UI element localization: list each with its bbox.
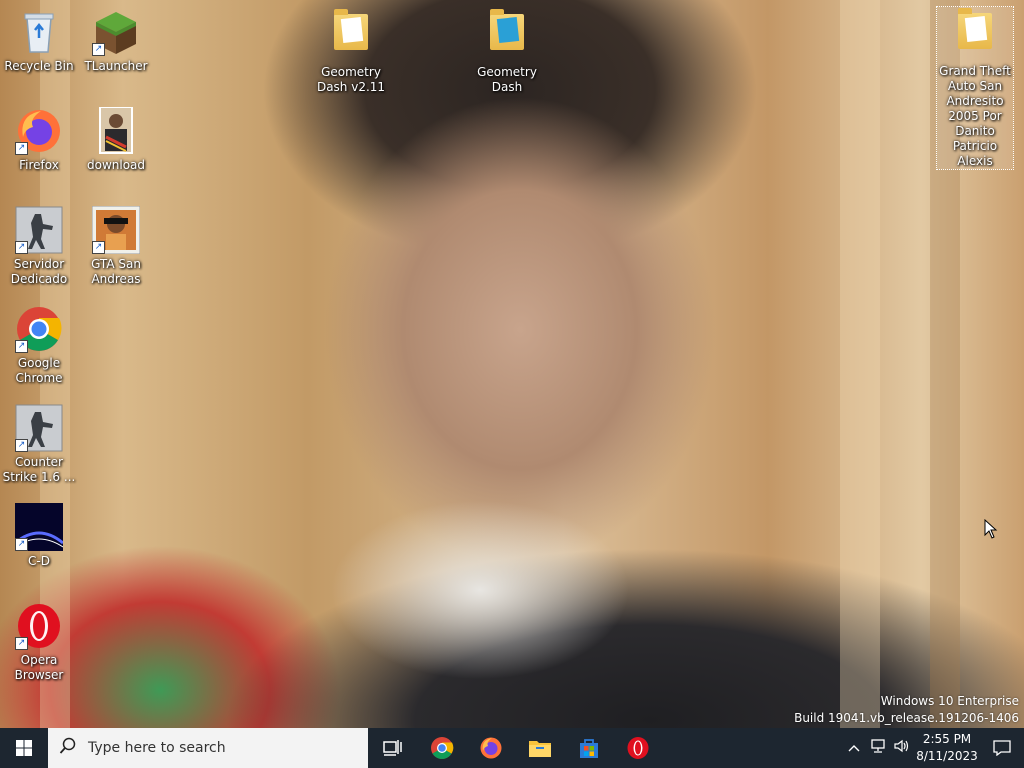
desktop-icon-google-chrome[interactable]: ↗ Google Chrome	[1, 305, 77, 386]
taskbar-firefox[interactable]	[466, 728, 515, 768]
clock-date: 8/11/2023	[916, 749, 978, 763]
windows-edition-watermark: Windows 10 Enterprise Build 19041.vb_rel…	[794, 693, 1019, 727]
show-hidden-icons-chevron-up-icon[interactable]	[842, 741, 866, 756]
desktop-icon-label: Geometry Dash v2.11	[316, 65, 386, 94]
desktop-icon-label: Counter Strike 1.6 ...	[2, 455, 76, 484]
desktop-icon-label: C-D	[28, 554, 50, 568]
firefox-icon: ↗	[15, 107, 63, 155]
desktop-icon-download[interactable]: download	[78, 106, 154, 173]
clock-time: 2:55 PM	[922, 732, 972, 746]
file-explorer-icon	[528, 741, 551, 757]
taskbar-search-box[interactable]: Type here to search	[48, 728, 368, 768]
opera-icon: ↗	[15, 602, 63, 650]
desktop-icon-gta-san-andresito-folder[interactable]: Grand Theft Auto San Andresito 2005 Por …	[936, 6, 1014, 170]
taskbar-microsoft-store[interactable]	[564, 728, 613, 768]
desktop-icon-counter-strike[interactable]: ↗ Counter Strike 1.6 ...	[1, 404, 77, 485]
taskbar-opera[interactable]	[613, 728, 662, 768]
desktop-icon-label: TLauncher	[84, 59, 148, 73]
counter-strike-icon: ↗	[15, 404, 63, 452]
start-button[interactable]	[0, 728, 48, 768]
desktop-icon-label: Grand Theft Auto San Andresito 2005 Por …	[939, 64, 1011, 168]
network-icon[interactable]	[866, 739, 890, 757]
notification-icon	[993, 740, 1011, 756]
mouse-cursor-icon	[984, 518, 998, 543]
desktop-icon-label: Recycle Bin	[4, 59, 74, 73]
desktop-icon-label: GTA San Andreas	[91, 257, 141, 286]
chrome-icon	[430, 737, 453, 759]
watermark-build: Build 19041.vb_release.191206-1406	[794, 711, 1019, 725]
counter-strike-icon: ↗	[15, 206, 63, 254]
desktop-icon-label: Servidor Dedicado	[10, 257, 68, 286]
system-tray: 2:55 PM 8/11/2023	[842, 728, 1024, 768]
microsoft-store-icon	[579, 739, 598, 758]
taskbar: Type here to search 2:55 PM 8/11/2023	[0, 728, 1024, 768]
desktop-icon-firefox[interactable]: ↗ Firefox	[1, 107, 77, 173]
taskbar-chrome[interactable]	[417, 728, 466, 768]
volume-icon[interactable]	[890, 739, 914, 757]
search-placeholder: Type here to search	[88, 740, 226, 756]
search-icon	[48, 737, 88, 760]
desktop-icon-label: Firefox	[19, 158, 59, 172]
recycle-bin-icon	[15, 8, 63, 56]
action-center-button[interactable]	[980, 740, 1024, 756]
opera-icon	[627, 737, 648, 759]
tlauncher-icon: ↗	[92, 8, 140, 56]
desktop-icon-label: Opera Browser	[14, 653, 64, 682]
desktop-icon-opera-browser[interactable]: ↗ Opera Browser	[1, 602, 77, 683]
task-view-button[interactable]	[368, 728, 417, 768]
desktop-icon-geometry-dash-v2-11[interactable]: Geometry Dash v2.11	[313, 8, 389, 95]
firefox-icon	[480, 737, 501, 759]
folder-icon	[327, 9, 375, 62]
folder-icon	[951, 8, 999, 61]
image-file-icon	[92, 106, 140, 155]
watermark-edition: Windows 10 Enterprise	[880, 694, 1019, 708]
chrome-icon: ↗	[15, 305, 63, 353]
taskbar-file-explorer[interactable]	[515, 728, 564, 768]
desktop-icon-c-d[interactable]: ↗ C-D	[1, 503, 77, 569]
desktop-icon-tlauncher[interactable]: ↗ TLauncher	[78, 8, 154, 74]
windows-logo-icon	[16, 740, 32, 756]
taskbar-clock[interactable]: 2:55 PM 8/11/2023	[914, 731, 980, 765]
desktop-icon-label: Geometry Dash	[477, 65, 537, 94]
desktop-icon-recycle-bin[interactable]: Recycle Bin	[1, 8, 77, 74]
gta-san-andreas-icon: ↗	[91, 205, 141, 255]
desktop-icon-gta-san-andreas[interactable]: ↗ GTA San Andreas	[78, 205, 154, 287]
desktop-icon-servidor-dedicado[interactable]: ↗ Servidor Dedicado	[1, 206, 77, 287]
cd-app-icon: ↗	[14, 503, 64, 551]
task-view-icon	[382, 740, 402, 756]
desktop-icon-label: download	[86, 158, 146, 172]
desktop-icon-geometry-dash[interactable]: Geometry Dash	[469, 8, 545, 95]
folder-icon	[483, 9, 531, 62]
desktop-icon-label: Google Chrome	[15, 356, 63, 385]
